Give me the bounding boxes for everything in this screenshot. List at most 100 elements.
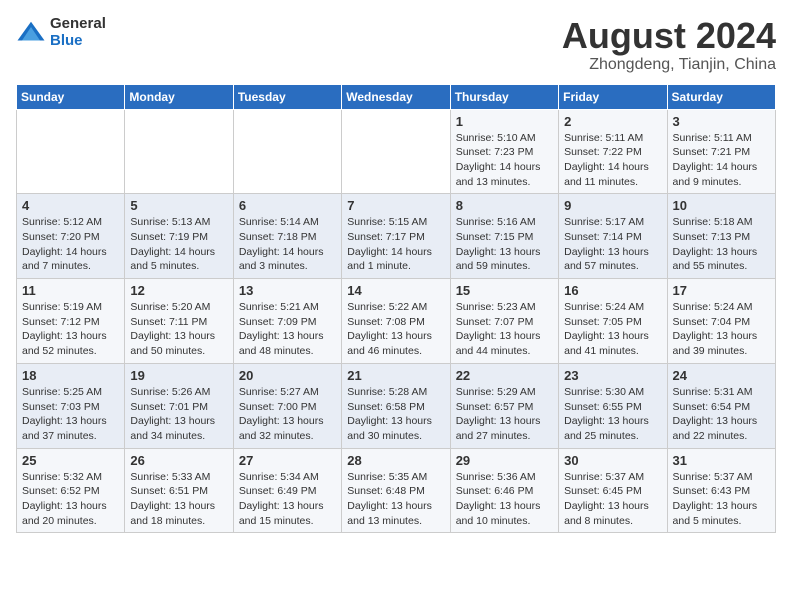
weekday-header: Wednesday bbox=[342, 84, 450, 109]
day-number: 3 bbox=[673, 114, 770, 129]
day-info: Sunrise: 5:35 AMSunset: 6:48 PMDaylight:… bbox=[347, 470, 444, 529]
day-number: 1 bbox=[456, 114, 553, 129]
logo-text: General Blue bbox=[50, 16, 106, 49]
calendar-cell: 26 Sunrise: 5:33 AMSunset: 6:51 PMDayligh… bbox=[125, 448, 233, 533]
day-number: 13 bbox=[239, 283, 336, 298]
calendar-cell: 2Sunrise: 5:11 AMSunset: 7:22 PMDaylight… bbox=[559, 109, 667, 194]
weekday-header: Friday bbox=[559, 84, 667, 109]
day-number: 29 bbox=[456, 453, 553, 468]
day-info: Sunrise: 5:24 AMSunset: 7:04 PMDaylight:… bbox=[673, 300, 770, 359]
day-info: Sunrise: 5:37 AMSunset: 6:43 PMDaylight:… bbox=[673, 470, 770, 529]
calendar-cell: 30 Sunrise: 5:37 AMSunset: 6:45 PMDayligh… bbox=[559, 448, 667, 533]
calendar-cell: 12Sunrise: 5:20 AMSunset: 7:11 PMDayligh… bbox=[125, 279, 233, 364]
day-info: Sunrise: 5:30 AMSunset: 6:55 PMDaylight:… bbox=[564, 385, 661, 444]
day-info: Sunrise: 5:19 AMSunset: 7:12 PMDaylight:… bbox=[22, 300, 119, 359]
calendar-cell bbox=[342, 109, 450, 194]
day-number: 15 bbox=[456, 283, 553, 298]
calendar-cell: 1 Sunrise: 5:10 AMSunset: 7:23 PMDaylight… bbox=[450, 109, 558, 194]
day-number: 27 bbox=[239, 453, 336, 468]
calendar-cell: 16Sunrise: 5:24 AMSunset: 7:05 PMDayligh… bbox=[559, 279, 667, 364]
day-info: Sunrise: 5:13 AMSunset: 7:19 PMDaylight:… bbox=[130, 215, 227, 274]
calendar-cell: 15 Sunrise: 5:23 AMSunset: 7:07 PMDayligh… bbox=[450, 279, 558, 364]
day-number: 17 bbox=[673, 283, 770, 298]
weekday-header: Thursday bbox=[450, 84, 558, 109]
day-number: 14 bbox=[347, 283, 444, 298]
calendar-cell: 13 Sunrise: 5:21 AMSunset: 7:09 PMDayligh… bbox=[233, 279, 341, 364]
calendar-cell: 24 Sunrise: 5:31 AMSunset: 6:54 PMDayligh… bbox=[667, 363, 775, 448]
calendar-cell: 31 Sunrise: 5:37 AMSunset: 6:43 PMDayligh… bbox=[667, 448, 775, 533]
day-info: Sunrise: 5:17 AMSunset: 7:14 PMDaylight:… bbox=[564, 215, 661, 274]
calendar-cell: 25 Sunrise: 5:32 AMSunset: 6:52 PMDayligh… bbox=[17, 448, 125, 533]
calendar-cell: 17 Sunrise: 5:24 AMSunset: 7:04 PMDayligh… bbox=[667, 279, 775, 364]
weekday-header: Monday bbox=[125, 84, 233, 109]
calendar-cell: 6Sunrise: 5:14 AMSunset: 7:18 PMDaylight… bbox=[233, 194, 341, 279]
day-number: 7 bbox=[347, 198, 444, 213]
calendar-week-row: 11 Sunrise: 5:19 AMSunset: 7:12 PMDayligh… bbox=[17, 279, 776, 364]
calendar-cell: 11 Sunrise: 5:19 AMSunset: 7:12 PMDayligh… bbox=[17, 279, 125, 364]
day-number: 21 bbox=[347, 368, 444, 383]
title-block: August 2024 Zhongdeng, Tianjin, China bbox=[562, 16, 776, 74]
calendar-cell: 21 Sunrise: 5:28 AMSunset: 6:58 PMDayligh… bbox=[342, 363, 450, 448]
logo-general: General bbox=[50, 16, 106, 33]
day-number: 25 bbox=[22, 453, 119, 468]
day-info: Sunrise: 5:18 AMSunset: 7:13 PMDaylight:… bbox=[673, 215, 770, 274]
calendar-cell: 4 Sunrise: 5:12 AMSunset: 7:20 PMDaylight… bbox=[17, 194, 125, 279]
day-info: Sunrise: 5:34 AMSunset: 6:49 PMDaylight:… bbox=[239, 470, 336, 529]
calendar-cell: 22Sunrise: 5:29 AMSunset: 6:57 PMDayligh… bbox=[450, 363, 558, 448]
day-info: Sunrise: 5:32 AMSunset: 6:52 PMDaylight:… bbox=[22, 470, 119, 529]
calendar-cell: 19Sunrise: 5:26 AMSunset: 7:01 PMDayligh… bbox=[125, 363, 233, 448]
calendar-cell bbox=[125, 109, 233, 194]
day-info: Sunrise: 5:12 AMSunset: 7:20 PMDaylight:… bbox=[22, 215, 119, 274]
calendar-cell: 5 Sunrise: 5:13 AMSunset: 7:19 PMDaylight… bbox=[125, 194, 233, 279]
day-number: 23 bbox=[564, 368, 661, 383]
day-number: 24 bbox=[673, 368, 770, 383]
day-info: Sunrise: 5:14 AMSunset: 7:18 PMDaylight:… bbox=[239, 215, 336, 274]
page-header: General Blue August 2024 Zhongdeng, Tian… bbox=[16, 16, 776, 74]
calendar-cell: 27 Sunrise: 5:34 AMSunset: 6:49 PMDayligh… bbox=[233, 448, 341, 533]
calendar-cell bbox=[233, 109, 341, 194]
calendar-cell: 10 Sunrise: 5:18 AMSunset: 7:13 PMDayligh… bbox=[667, 194, 775, 279]
day-number: 22 bbox=[456, 368, 553, 383]
calendar-subtitle: Zhongdeng, Tianjin, China bbox=[562, 56, 776, 74]
day-info: Sunrise: 5:31 AMSunset: 6:54 PMDaylight:… bbox=[673, 385, 770, 444]
day-number: 30 bbox=[564, 453, 661, 468]
day-info: Sunrise: 5:21 AMSunset: 7:09 PMDaylight:… bbox=[239, 300, 336, 359]
day-number: 10 bbox=[673, 198, 770, 213]
day-info: Sunrise: 5:16 AMSunset: 7:15 PMDaylight:… bbox=[456, 215, 553, 274]
day-info: Sunrise: 5:15 AMSunset: 7:17 PMDaylight:… bbox=[347, 215, 444, 274]
calendar-week-row: 18 Sunrise: 5:25 AMSunset: 7:03 PMDayligh… bbox=[17, 363, 776, 448]
logo: General Blue bbox=[16, 16, 106, 49]
weekday-header: Tuesday bbox=[233, 84, 341, 109]
day-number: 26 bbox=[130, 453, 227, 468]
calendar-week-row: 1 Sunrise: 5:10 AMSunset: 7:23 PMDaylight… bbox=[17, 109, 776, 194]
calendar-table: SundayMondayTuesdayWednesdayThursdayFrid… bbox=[16, 84, 776, 534]
day-number: 4 bbox=[22, 198, 119, 213]
calendar-cell: 3 Sunrise: 5:11 AMSunset: 7:21 PMDaylight… bbox=[667, 109, 775, 194]
calendar-cell: 9 Sunrise: 5:17 AMSunset: 7:14 PMDaylight… bbox=[559, 194, 667, 279]
day-info: Sunrise: 5:25 AMSunset: 7:03 PMDaylight:… bbox=[22, 385, 119, 444]
logo-blue: Blue bbox=[50, 33, 106, 50]
calendar-cell: 18 Sunrise: 5:25 AMSunset: 7:03 PMDayligh… bbox=[17, 363, 125, 448]
day-number: 31 bbox=[673, 453, 770, 468]
calendar-cell: 14Sunrise: 5:22 AMSunset: 7:08 PMDayligh… bbox=[342, 279, 450, 364]
calendar-week-row: 25 Sunrise: 5:32 AMSunset: 6:52 PMDayligh… bbox=[17, 448, 776, 533]
day-info: Sunrise: 5:36 AMSunset: 6:46 PMDaylight:… bbox=[456, 470, 553, 529]
day-info: Sunrise: 5:26 AMSunset: 7:01 PMDaylight:… bbox=[130, 385, 227, 444]
weekday-header: Saturday bbox=[667, 84, 775, 109]
day-number: 11 bbox=[22, 283, 119, 298]
calendar-week-row: 4 Sunrise: 5:12 AMSunset: 7:20 PMDaylight… bbox=[17, 194, 776, 279]
day-number: 9 bbox=[564, 198, 661, 213]
day-info: Sunrise: 5:23 AMSunset: 7:07 PMDaylight:… bbox=[456, 300, 553, 359]
day-number: 5 bbox=[130, 198, 227, 213]
day-number: 20 bbox=[239, 368, 336, 383]
day-info: Sunrise: 5:10 AMSunset: 7:23 PMDaylight:… bbox=[456, 131, 553, 190]
day-info: Sunrise: 5:11 AMSunset: 7:21 PMDaylight:… bbox=[673, 131, 770, 190]
calendar-cell: 7 Sunrise: 5:15 AMSunset: 7:17 PMDaylight… bbox=[342, 194, 450, 279]
day-number: 18 bbox=[22, 368, 119, 383]
day-info: Sunrise: 5:33 AMSunset: 6:51 PMDaylight:… bbox=[130, 470, 227, 529]
day-number: 28 bbox=[347, 453, 444, 468]
day-info: Sunrise: 5:28 AMSunset: 6:58 PMDaylight:… bbox=[347, 385, 444, 444]
calendar-title: August 2024 bbox=[562, 16, 776, 56]
day-info: Sunrise: 5:37 AMSunset: 6:45 PMDaylight:… bbox=[564, 470, 661, 529]
calendar-cell: 20Sunrise: 5:27 AMSunset: 7:00 PMDayligh… bbox=[233, 363, 341, 448]
